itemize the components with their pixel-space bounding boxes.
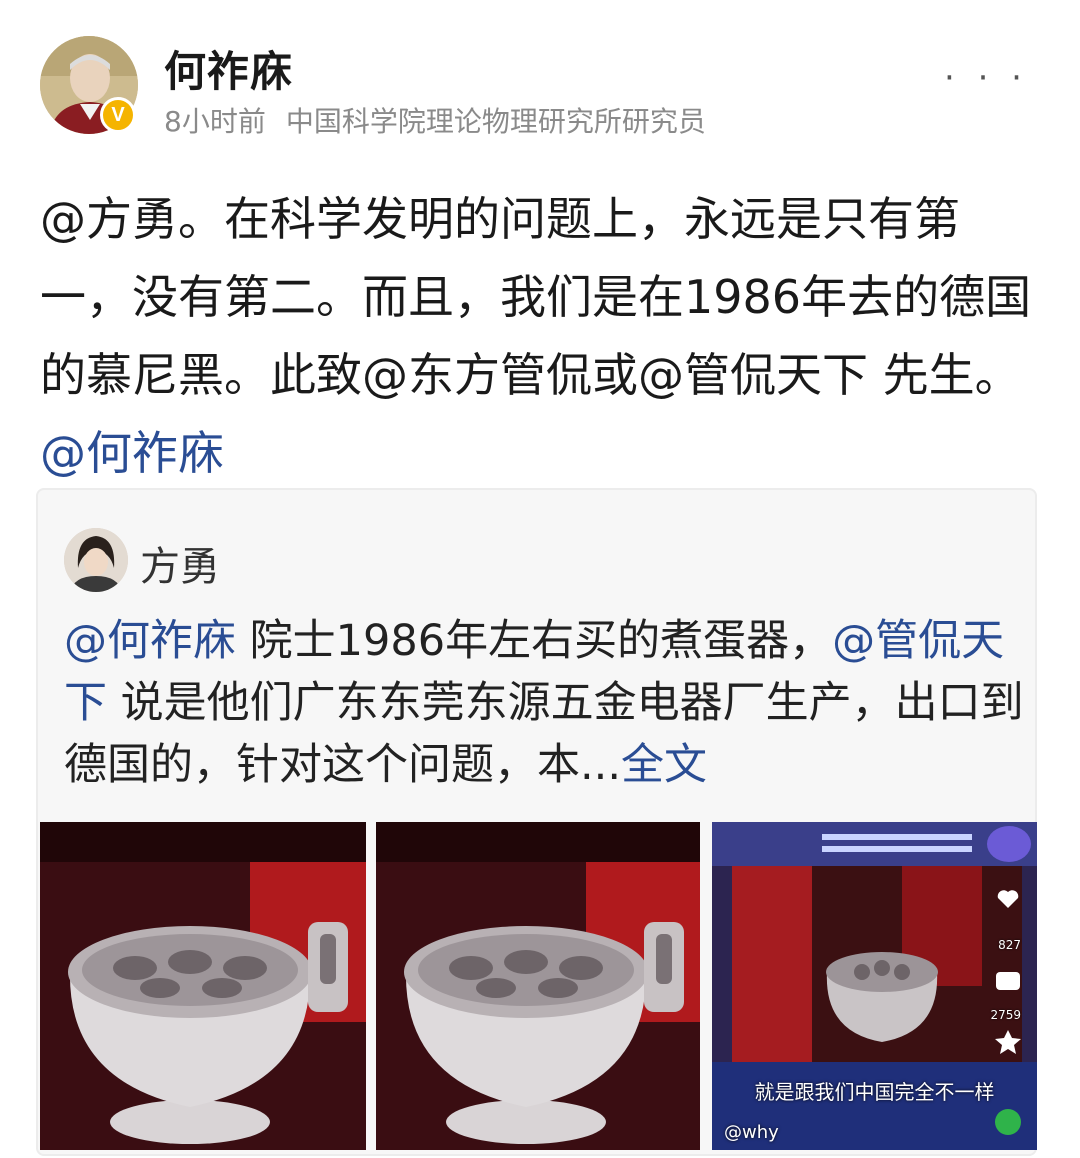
mention-link[interactable]: @何祚庥	[40, 426, 224, 480]
video-caption: 就是跟我们中国完全不一样	[754, 1080, 995, 1104]
verified-badge: V	[100, 97, 136, 133]
text-segment: 院士1986年左右买的煮蛋器，	[236, 616, 833, 666]
egg-cooker-photo-2[interactable]	[376, 822, 700, 1150]
post-time: 8小时前	[164, 105, 266, 138]
text-segment: 。在科学发明的问题上，永远是只有第一，没有第二。而且，我们是在1986年去的德国…	[40, 192, 1032, 402]
video-screenshot[interactable]: 827 2759 就是跟我们中国完全不一样 @why	[712, 822, 1037, 1150]
mention-link[interactable]: @何祚庥	[64, 616, 236, 666]
quoted-post-content: @何祚庥 院士1986年左右买的煮蛋器，@管侃天下 说是他们广东东莞东源五金电器…	[64, 610, 1024, 796]
author-name[interactable]: 何祚庥	[164, 38, 293, 99]
quoted-author-name[interactable]: 方勇	[140, 534, 220, 592]
more-options-icon[interactable]: · · ·	[944, 58, 1028, 98]
comment-count: 2759	[990, 1008, 1021, 1022]
text-segment: 说是他们广东东莞东源五金电器厂生产，出口到德国的，针对这个问题，本...	[64, 678, 1024, 790]
author-title: 中国科学院理论物理研究所研究员	[285, 105, 706, 138]
egg-cooker-photo-1[interactable]	[40, 822, 366, 1150]
weibo-post: V 何祚庥 8小时前 中国科学院理论物理研究所研究员 · · · @方勇。在科学发…	[0, 0, 1080, 1158]
quoted-author-avatar[interactable]	[64, 528, 128, 592]
post-meta: 8小时前 中国科学院理论物理研究所研究员	[164, 100, 706, 140]
mention-link[interactable]: 全文	[621, 740, 707, 790]
post-content: @方勇。在科学发明的问题上，永远是只有第一，没有第二。而且，我们是在1986年去…	[40, 180, 1040, 492]
like-count: 827	[998, 938, 1021, 952]
quoted-post-card[interactable]: 方勇 @何祚庥 院士1986年左右买的煮蛋器，@管侃天下 说是他们广东东莞东源五…	[36, 488, 1037, 1156]
video-username: @why	[724, 1122, 779, 1143]
text-segment: @方勇	[40, 192, 178, 246]
